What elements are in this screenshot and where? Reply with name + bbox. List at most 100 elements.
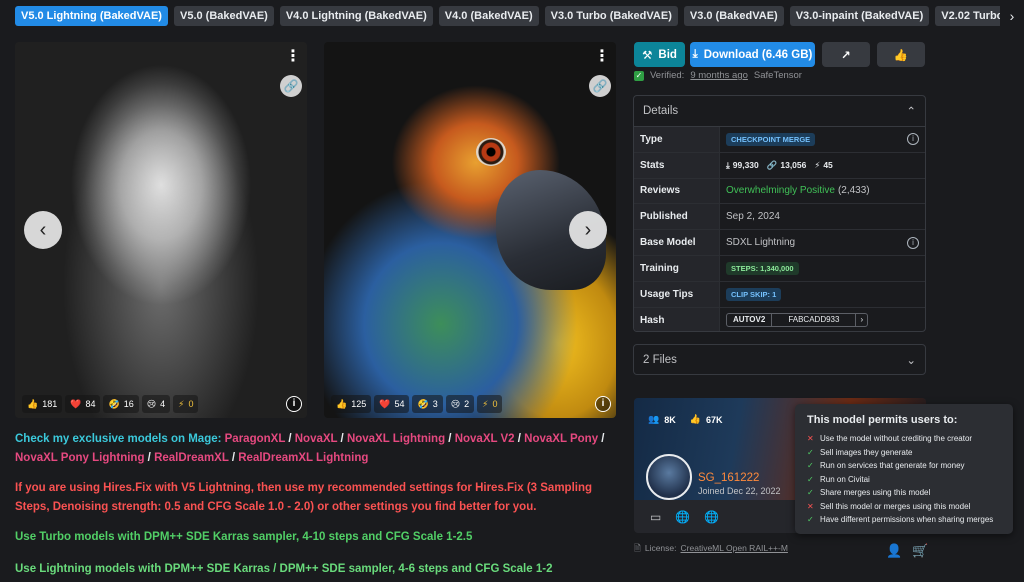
details-row-reviews: Reviews Overwhelmingly Positive (2,433): [634, 178, 925, 205]
reaction-heart[interactable]: ❤️ 54: [374, 395, 410, 413]
details-row-type: Type CHECKPOINT MERGE i: [634, 127, 925, 153]
links-stat: 🔗 13,056: [766, 159, 807, 171]
bolts-stat: ⚡ 45: [814, 159, 833, 171]
bolt-icon: ⚡: [178, 399, 185, 409]
chevron-down-icon: ⌄: [906, 354, 916, 367]
link-icon[interactable]: 🔗: [280, 75, 302, 97]
reaction-cry[interactable]: 😢 2: [445, 395, 475, 413]
tab-v3-turbo[interactable]: V3.0 Turbo (BakedVAE): [544, 6, 678, 26]
reaction-cry[interactable]: 😢 4: [141, 395, 171, 413]
tab-v4-lightning[interactable]: V4.0 Lightning (BakedVAE): [279, 6, 433, 26]
reaction-bolt[interactable]: ⚡ 0: [477, 395, 503, 413]
creator-socials: ▭ 🌐 🌐: [650, 510, 719, 524]
tab-v5-lightning[interactable]: V5.0 Lightning (BakedVAE): [15, 6, 168, 26]
link-novaxl[interactable]: NovaXL: [295, 433, 338, 445]
reaction-laugh[interactable]: 🤣 16: [103, 395, 139, 413]
image-menu-icon[interactable]: ⋮: [594, 48, 610, 66]
details-row-base-model: Base Model SDXL Lightning i: [634, 230, 925, 256]
permission-item: ✕ Use the model without crediting the cre…: [807, 432, 1001, 446]
deny-icon: ✕: [807, 501, 814, 511]
permissions-tooltip: This model permits users to: ✕ Use the mo…: [795, 404, 1013, 534]
image-info-icon[interactable]: i: [595, 396, 611, 412]
reaction-heart[interactable]: ❤️ 84: [65, 395, 101, 413]
turbo-note: Use Turbo models with DPM++ SDE Karras s…: [15, 531, 473, 543]
download-count-icon: ⤓: [726, 159, 730, 170]
download-button[interactable]: ⤓ Download (6.46 GB): [690, 42, 815, 67]
creator-username[interactable]: SG_161222: [698, 472, 759, 484]
laugh-icon: 🤣: [417, 399, 429, 409]
training-badge: STEPS: 1,340,000: [726, 261, 799, 275]
permissions-title: This model permits users to:: [807, 414, 958, 426]
files-accordion[interactable]: 2 Files ⌄: [633, 344, 926, 375]
allow-icon: ✓: [807, 447, 814, 457]
permission-item: ✓ Share merges using this model: [807, 486, 1001, 500]
chevron-up-icon: ⌃: [906, 106, 916, 118]
no-sell-cart-icon[interactable]: 🛒: [912, 543, 928, 559]
reaction-laugh[interactable]: 🤣 3: [412, 395, 443, 413]
tab-v3[interactable]: V3.0 (BakedVAE): [683, 6, 784, 26]
gallery-prev-button[interactable]: ‹: [24, 211, 62, 249]
downloads-stat: ⤓ 99,330: [726, 159, 759, 171]
details-header[interactable]: Details ⌃: [634, 96, 925, 127]
share-button[interactable]: ↗: [822, 42, 870, 67]
hammer-icon: ⚒: [642, 49, 653, 62]
type-badge: CHECKPOINT MERGE: [726, 132, 816, 146]
thumb-up-icon: 👍: [893, 49, 909, 62]
tabs-next-icon[interactable]: ›: [1000, 6, 1024, 26]
likes-count: 👍 67K: [689, 414, 723, 425]
download-icon: ⤓: [692, 48, 698, 60]
file-format: SafeTensor: [753, 70, 802, 81]
license-row: 🗎 License: CreativeML Open RAIL++-M: [634, 543, 788, 557]
tab-v3-inpaint[interactable]: V3.0-inpaint (BakedVAE): [789, 6, 930, 26]
followers-count: 👥 8K: [648, 414, 676, 425]
link-novaxl-pony[interactable]: NovaXL Pony: [524, 433, 598, 445]
tab-v4[interactable]: V4.0 (BakedVAE): [438, 6, 539, 26]
link-count-icon: 🔗: [766, 159, 778, 170]
permission-item: ✓ Have different permissions when sharing…: [807, 513, 1001, 527]
gallery-next-button[interactable]: ›: [569, 211, 607, 249]
reviews-link[interactable]: Overwhelmingly Positive: [726, 185, 835, 196]
bolt-count-icon: ⚡: [814, 159, 821, 170]
globe-icon[interactable]: 🌐: [704, 510, 719, 524]
bolt-icon: ⚡: [482, 399, 489, 409]
avatar[interactable]: [646, 454, 692, 500]
bid-button[interactable]: ⚒ Bid: [634, 42, 685, 67]
mage-models-paragraph: Check my exclusive models on Mage: Parag…: [15, 433, 605, 464]
cry-icon: 😢: [450, 399, 461, 409]
tab-v5[interactable]: V5.0 (BakedVAE): [173, 6, 274, 26]
like-button[interactable]: 👍: [877, 42, 925, 67]
creator-joined: Joined Dec 22, 2022: [698, 486, 781, 496]
base-model-info-icon[interactable]: i: [907, 236, 919, 249]
hash-next-icon[interactable]: ›: [855, 314, 867, 327]
person-check-icon[interactable]: 👤: [886, 543, 902, 559]
link-realdreamxl-lightning[interactable]: RealDreamXL Lightning: [238, 452, 368, 464]
hash-box[interactable]: AUTOV2 FABCADD933 ›: [726, 313, 869, 328]
verified-time[interactable]: 9 months ago: [690, 70, 748, 81]
globe-icon[interactable]: 🌐: [675, 510, 690, 524]
image-menu-icon[interactable]: ⋮: [285, 48, 301, 66]
details-row-training: Training STEPS: 1,340,000: [634, 255, 925, 282]
reaction-like[interactable]: 👍 125: [331, 395, 372, 413]
laugh-icon: 🤣: [108, 399, 120, 409]
allow-icon: ✓: [807, 488, 814, 497]
link-novaxl-pony-lightning[interactable]: NovaXL Pony Lightning: [15, 452, 144, 464]
allow-icon: ✓: [807, 515, 814, 524]
link-paragonxl[interactable]: ParagonXL: [225, 433, 286, 445]
permission-item: ✓ Sell images they generate: [807, 446, 1001, 460]
license-link[interactable]: CreativeML Open RAIL++-M: [681, 543, 788, 557]
details-row-hash: Hash AUTOV2 FABCADD933 ›: [634, 307, 925, 331]
link-icon[interactable]: 🔗: [589, 75, 611, 97]
reaction-bolt[interactable]: ⚡ 0: [173, 395, 199, 413]
license-icon: 🗎: [634, 543, 641, 553]
link-realdreamxl[interactable]: RealDreamXL: [154, 452, 229, 464]
allow-icon: ✓: [807, 474, 814, 484]
lightning-note: Use Lightning models with DPM++ SDE Karr…: [15, 563, 553, 575]
cry-icon: 😢: [146, 399, 157, 409]
verified-check-icon: ✓: [634, 70, 644, 81]
image-info-icon[interactable]: i: [286, 396, 302, 412]
reaction-like[interactable]: 👍 181: [22, 395, 63, 413]
link-novaxl-v2[interactable]: NovaXL V2: [455, 433, 515, 445]
link-novaxl-lightning[interactable]: NovaXL Lightning: [347, 433, 445, 445]
chip-icon[interactable]: ▭: [650, 510, 661, 524]
details-row-published: Published Sep 2, 2024: [634, 204, 925, 231]
